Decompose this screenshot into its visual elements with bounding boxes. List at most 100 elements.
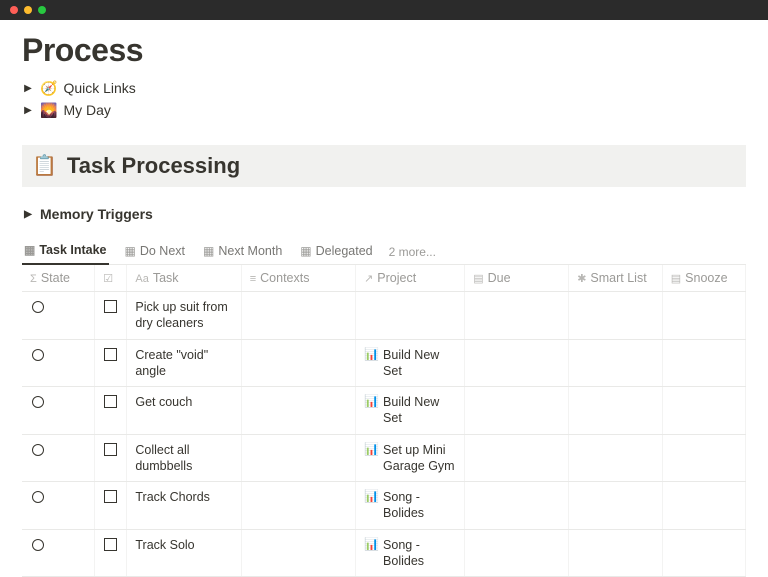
state-circle-icon[interactable] xyxy=(32,301,44,313)
task-cell[interactable]: Pick up suit from dry cleaners xyxy=(127,292,241,340)
project-cell[interactable]: 📊Build New Set xyxy=(356,387,465,435)
done-checkbox[interactable] xyxy=(104,348,117,361)
chart-icon: 📊 xyxy=(364,442,379,458)
smart-cell[interactable] xyxy=(569,387,663,435)
tab-delegated[interactable]: ▦ Delegated xyxy=(298,240,374,264)
snooze-cell[interactable] xyxy=(662,434,745,482)
contexts-cell[interactable] xyxy=(241,292,355,340)
table-row[interactable]: Get couch 📊Build New Set xyxy=(22,387,746,435)
smart-cell[interactable] xyxy=(569,339,663,387)
tab-next-month[interactable]: ▦ Next Month xyxy=(201,240,284,264)
state-circle-icon[interactable] xyxy=(32,491,44,503)
contexts-cell[interactable] xyxy=(241,387,355,435)
state-circle-icon[interactable] xyxy=(32,444,44,456)
project-cell[interactable]: 📊Set up Mini Garage Gym xyxy=(356,434,465,482)
more-views[interactable]: 2 more... xyxy=(389,245,436,259)
callout-title: Task Processing xyxy=(67,153,240,179)
done-checkbox[interactable] xyxy=(104,443,117,456)
due-cell[interactable] xyxy=(465,339,569,387)
project-cell[interactable] xyxy=(356,292,465,340)
toggle-label: Memory Triggers xyxy=(40,206,153,222)
done-checkbox[interactable] xyxy=(104,490,117,503)
snooze-cell[interactable] xyxy=(662,339,745,387)
contexts-cell[interactable] xyxy=(241,529,355,577)
project-cell[interactable]: 📊Song - Bolides xyxy=(356,482,465,530)
maximize-window-icon[interactable] xyxy=(38,6,46,14)
contexts-cell[interactable] xyxy=(241,434,355,482)
task-cell[interactable]: Track Solo xyxy=(127,529,241,577)
column-state[interactable]: ΣState xyxy=(22,265,95,292)
tab-task-intake[interactable]: ▦ Task Intake xyxy=(22,239,109,265)
tab-label: Delegated xyxy=(316,244,373,258)
due-cell[interactable] xyxy=(465,292,569,340)
due-cell[interactable] xyxy=(465,482,569,530)
snooze-cell[interactable] xyxy=(662,292,745,340)
table-row[interactable]: Track Chords 📊Song - Bolides xyxy=(22,482,746,530)
project-name: Build New Set xyxy=(383,394,456,427)
table-row[interactable]: Pick up suit from dry cleaners xyxy=(22,292,746,340)
state-circle-icon[interactable] xyxy=(32,539,44,551)
due-cell[interactable] xyxy=(465,529,569,577)
column-project[interactable]: ↗Project xyxy=(356,265,465,292)
done-checkbox[interactable] xyxy=(104,395,117,408)
minimize-window-icon[interactable] xyxy=(24,6,32,14)
table-row[interactable]: Create "void" angle 📊Build New Set xyxy=(22,339,746,387)
column-task[interactable]: AaTask xyxy=(127,265,241,292)
snooze-cell[interactable] xyxy=(662,387,745,435)
contexts-cell[interactable] xyxy=(241,339,355,387)
state-circle-icon[interactable] xyxy=(32,396,44,408)
relation-icon: ↗ xyxy=(364,272,373,285)
tab-do-next[interactable]: ▦ Do Next xyxy=(123,240,188,264)
column-due[interactable]: ▤Due xyxy=(465,265,569,292)
project-name: Song - Bolides xyxy=(383,489,456,522)
toggle-memory-triggers[interactable]: ▶ Memory Triggers xyxy=(22,203,746,225)
list-icon: ≡ xyxy=(250,273,256,285)
due-cell[interactable] xyxy=(465,387,569,435)
toggle-label: Quick Links xyxy=(63,80,135,96)
toggle-quick-links[interactable]: ▶ 🧭 Quick Links xyxy=(22,77,746,99)
smart-cell[interactable] xyxy=(569,529,663,577)
clipboard-icon: 📋 xyxy=(32,156,57,176)
chart-icon: 📊 xyxy=(364,394,379,410)
sigma-icon: Σ xyxy=(30,273,37,285)
task-cell[interactable]: Track Chords xyxy=(127,482,241,530)
project-cell[interactable]: 📊Song - Bolides xyxy=(356,529,465,577)
caret-right-icon: ▶ xyxy=(22,209,34,220)
view-tabs: ▦ Task Intake ▦ Do Next ▦ Next Month ▦ D… xyxy=(22,239,746,265)
toggle-my-day[interactable]: ▶ 🌄 My Day xyxy=(22,99,746,121)
table-icon: ▦ xyxy=(203,244,214,258)
snooze-cell[interactable] xyxy=(662,529,745,577)
snooze-cell[interactable] xyxy=(662,482,745,530)
tab-label: Next Month xyxy=(218,244,282,258)
table-row[interactable]: Collect all dumbbells 📊Set up Mini Garag… xyxy=(22,434,746,482)
contexts-cell[interactable] xyxy=(241,482,355,530)
done-checkbox[interactable] xyxy=(104,538,117,551)
column-contexts[interactable]: ≡Contexts xyxy=(241,265,355,292)
compass-icon: 🧭 xyxy=(40,81,57,95)
chart-icon: 📊 xyxy=(364,347,379,363)
smart-cell[interactable] xyxy=(569,482,663,530)
smart-cell[interactable] xyxy=(569,292,663,340)
project-name: Song - Bolides xyxy=(383,537,456,570)
column-done[interactable]: ☑ xyxy=(95,265,127,292)
due-cell[interactable] xyxy=(465,434,569,482)
state-circle-icon[interactable] xyxy=(32,349,44,361)
done-checkbox[interactable] xyxy=(104,300,117,313)
chart-icon: 📊 xyxy=(364,489,379,505)
gear-icon: ✱ xyxy=(577,272,586,285)
smart-cell[interactable] xyxy=(569,434,663,482)
table-row[interactable]: Track Solo 📊Song - Bolides xyxy=(22,529,746,577)
chart-icon: 📊 xyxy=(364,537,379,553)
table-header-row: ΣState ☑ AaTask ≡Contexts ↗Project ▤Due xyxy=(22,265,746,292)
task-cell[interactable]: Collect all dumbbells xyxy=(127,434,241,482)
sunrise-icon: 🌄 xyxy=(40,103,57,117)
callout-task-processing: 📋 Task Processing xyxy=(22,145,746,187)
calendar-icon: ▤ xyxy=(473,272,483,285)
task-cell[interactable]: Create "void" angle xyxy=(127,339,241,387)
task-cell[interactable]: Get couch xyxy=(127,387,241,435)
table-icon: ▦ xyxy=(300,244,311,258)
column-snooze[interactable]: ▤Snooze xyxy=(662,265,745,292)
close-window-icon[interactable] xyxy=(10,6,18,14)
column-smart-list[interactable]: ✱Smart List xyxy=(569,265,663,292)
project-cell[interactable]: 📊Build New Set xyxy=(356,339,465,387)
